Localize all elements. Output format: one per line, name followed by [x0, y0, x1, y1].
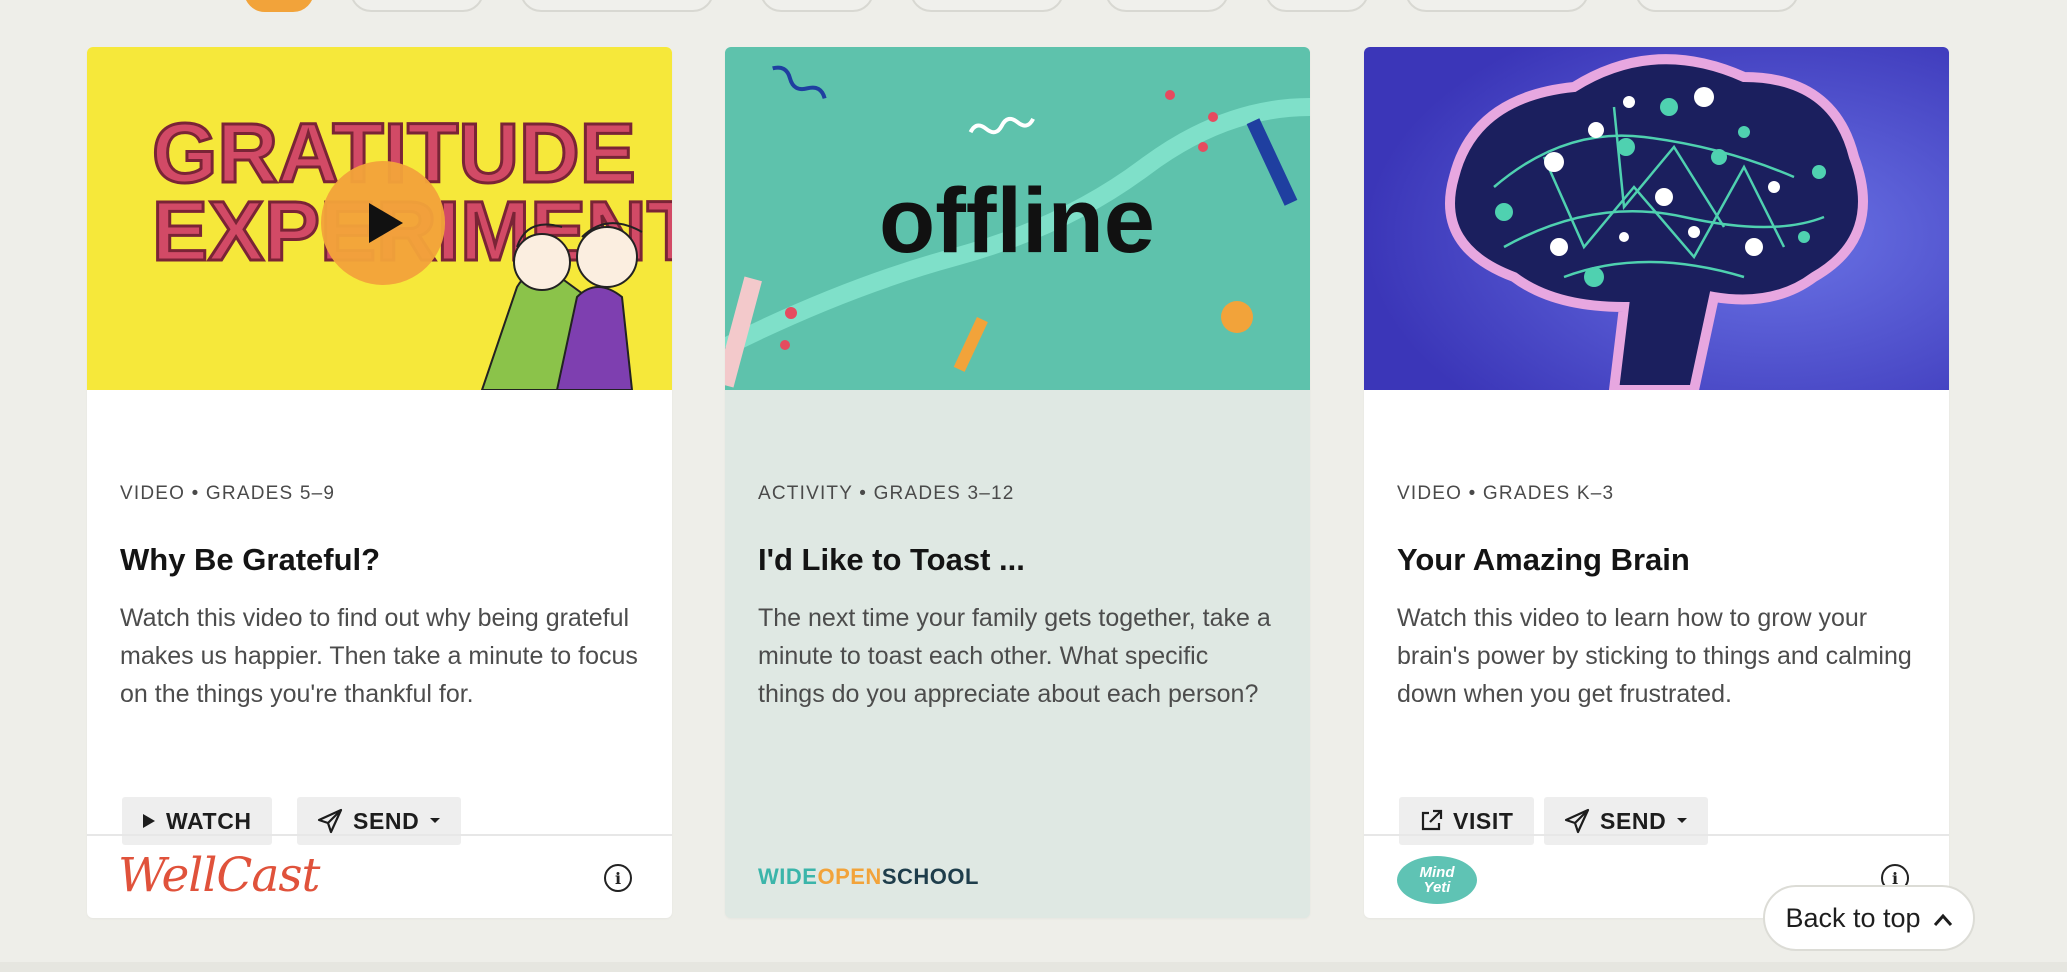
filter-pill[interactable] — [1635, 0, 1799, 12]
video-thumbnail[interactable] — [1364, 47, 1949, 390]
resource-description: Watch this video to learn how to grow yo… — [1397, 604, 1912, 708]
back-to-top-button[interactable]: Back to top — [1763, 885, 1975, 951]
card-footer: WIDEOPENSCHOOL — [725, 834, 1310, 918]
card-footer: WellCast i — [87, 834, 672, 918]
wide-open-school-logo[interactable]: WIDEOPENSCHOOL — [758, 864, 979, 890]
caret-down-icon — [429, 817, 441, 825]
resource-description: Watch this video to find out why being g… — [120, 604, 638, 708]
send-button-label: SEND — [1600, 807, 1667, 834]
chevron-up-icon — [1933, 903, 1953, 934]
filter-pill[interactable] — [1265, 0, 1369, 12]
resource-title[interactable]: Your Amazing Brain — [1397, 542, 1690, 578]
filter-pill[interactable] — [760, 0, 874, 12]
play-icon[interactable] — [321, 161, 445, 285]
thumb-offline-text: offline — [879, 170, 1155, 272]
resource-description: The next time your family gets together,… — [758, 604, 1271, 708]
back-to-top-label: Back to top — [1785, 902, 1921, 933]
caret-down-icon — [1676, 817, 1688, 825]
filter-pill[interactable] — [520, 0, 714, 12]
next-row-peek — [0, 962, 2067, 972]
resource-title[interactable]: Why Be Grateful? — [120, 542, 380, 578]
visit-button-label: VISIT — [1453, 807, 1514, 834]
mind-yeti-logo[interactable]: Mind Yeti — [1397, 856, 1477, 904]
send-icon — [1564, 808, 1590, 834]
send-icon — [317, 808, 343, 834]
watch-button-label: WATCH — [166, 807, 252, 834]
resource-card[interactable]: offline ACTIVITY • GRADES 3–12 I'd Like … — [725, 47, 1310, 918]
filter-pill[interactable] — [1105, 0, 1229, 12]
info-icon[interactable]: i — [604, 864, 632, 892]
resource-card[interactable]: GRATITUDE EXPERIMENT VIDEO • GRADES 5–9 … — [87, 47, 672, 918]
filter-pill[interactable] — [1405, 0, 1589, 12]
resource-meta: VIDEO • GRADES 5–9 — [120, 483, 336, 504]
resource-title[interactable]: I'd Like to Toast ... — [758, 542, 1025, 578]
filter-pill[interactable] — [350, 0, 484, 12]
resource-card[interactable]: VIDEO • GRADES K–3 Your Amazing Brain Wa… — [1364, 47, 1949, 918]
filter-bar — [0, 0, 2067, 12]
resource-meta: ACTIVITY • GRADES 3–12 — [758, 483, 1015, 504]
activity-thumbnail: offline — [725, 47, 1310, 390]
filter-pill[interactable] — [910, 0, 1064, 12]
send-button-label: SEND — [353, 807, 420, 834]
external-link-icon — [1419, 809, 1443, 833]
filter-pill-active[interactable] — [244, 0, 314, 12]
resource-meta: VIDEO • GRADES K–3 — [1397, 483, 1615, 504]
play-icon — [142, 813, 156, 829]
video-thumbnail[interactable]: GRATITUDE EXPERIMENT — [87, 47, 672, 390]
wellcast-logo[interactable]: WellCast — [118, 848, 320, 903]
